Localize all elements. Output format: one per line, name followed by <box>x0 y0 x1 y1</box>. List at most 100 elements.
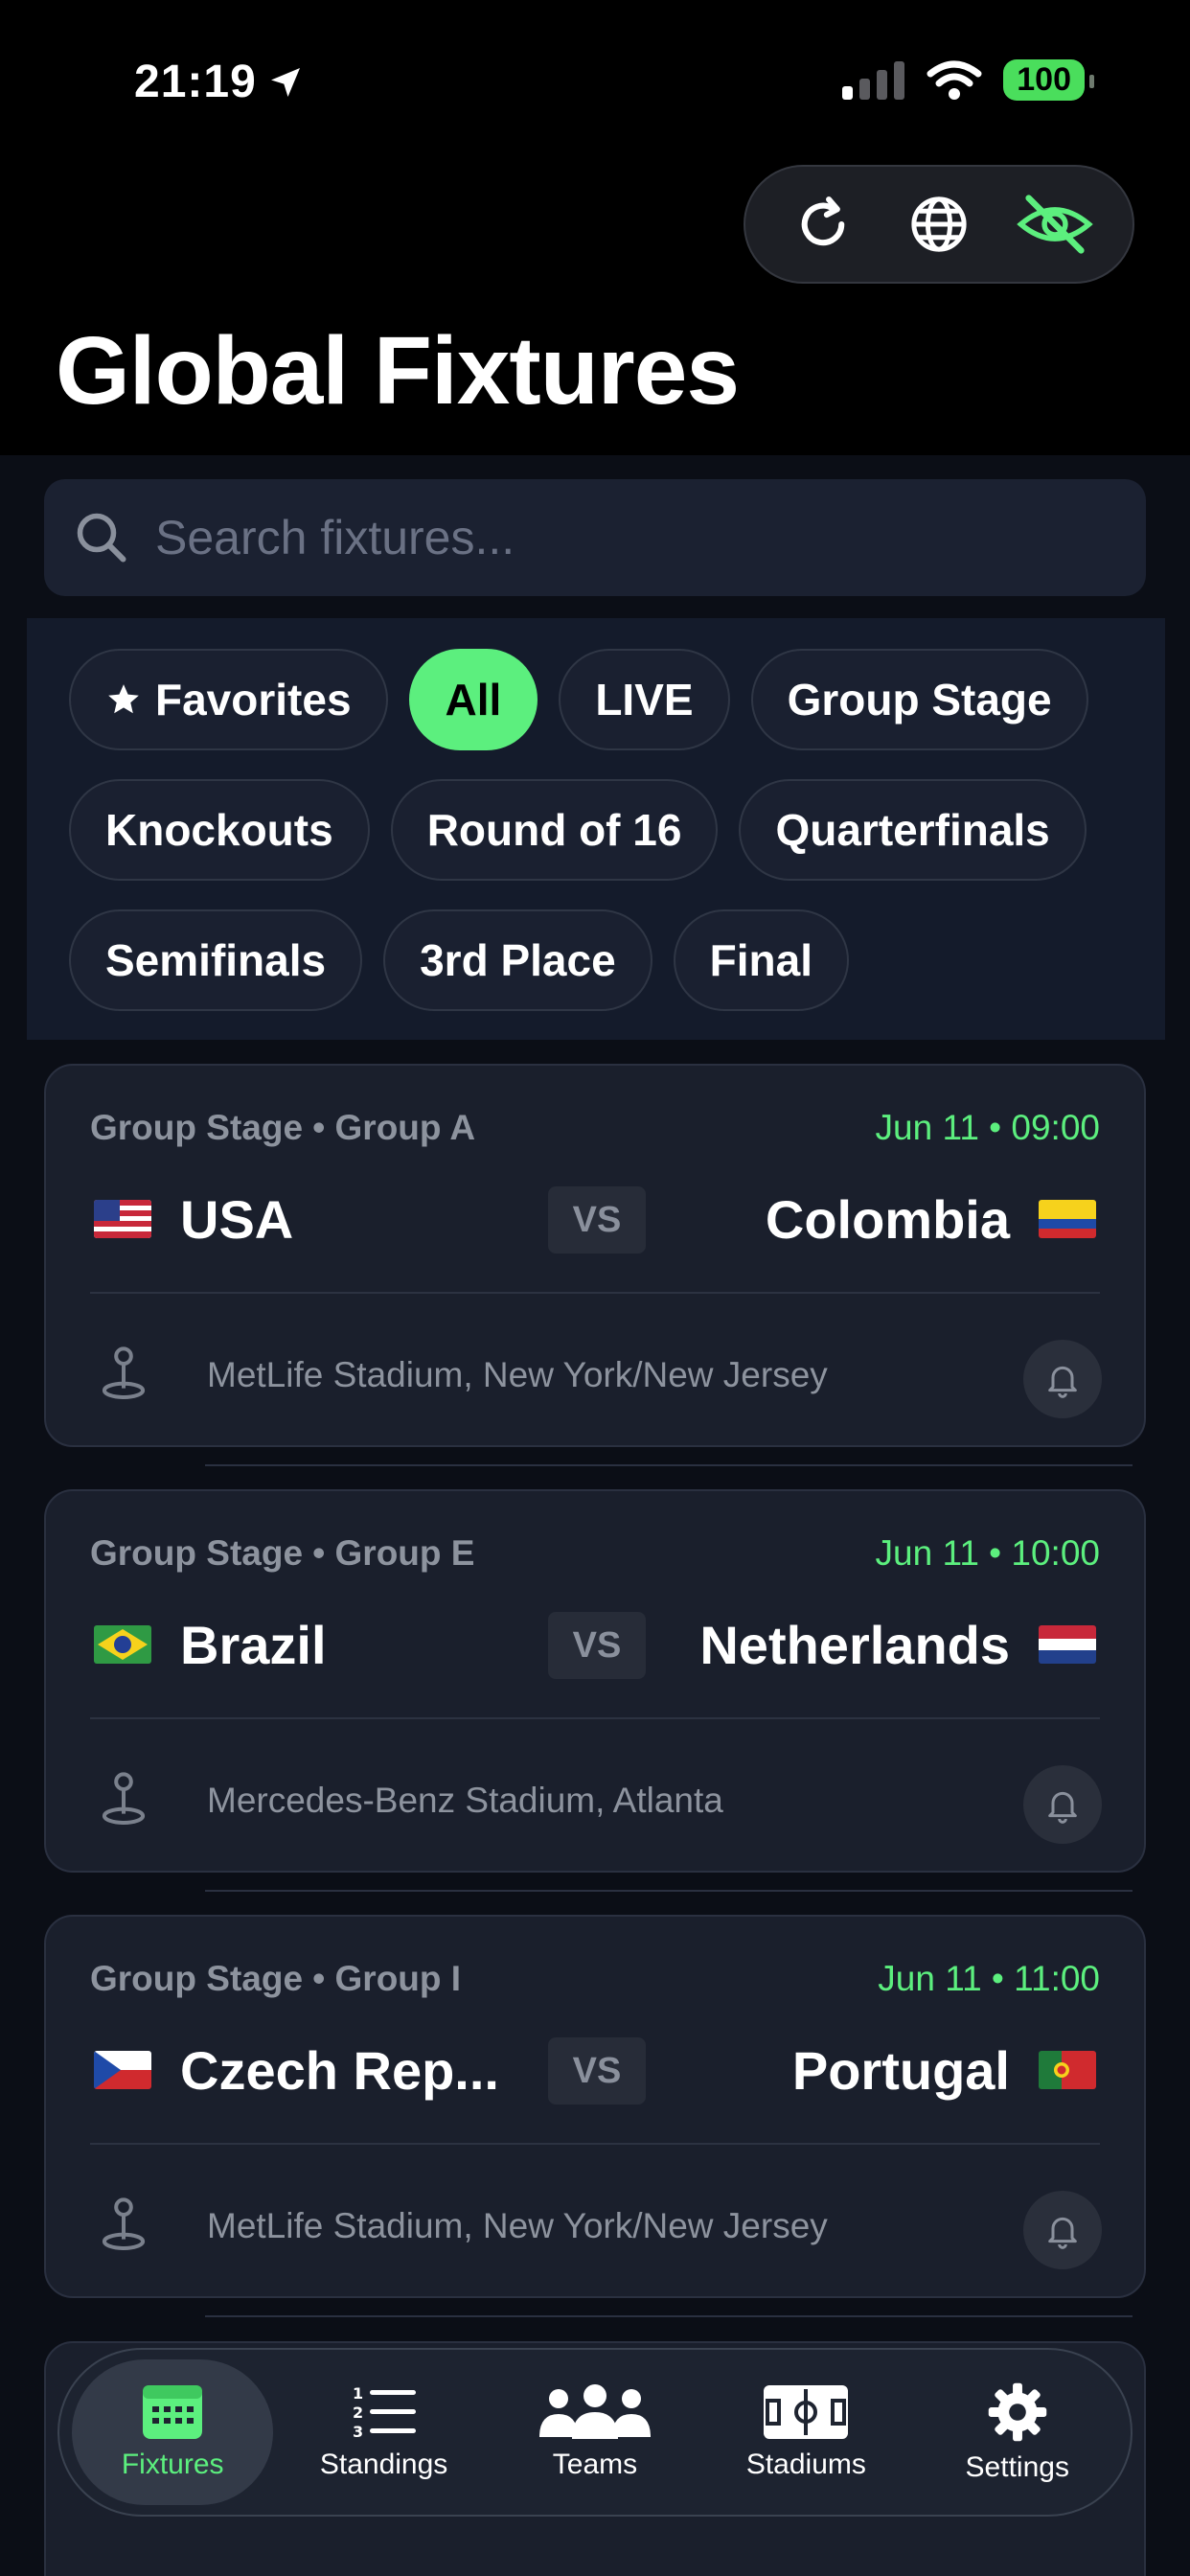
home-team: Brazil <box>94 1608 327 1681</box>
filter-chip-label: All <box>445 675 502 724</box>
filter-chip-label: Group Stage <box>787 675 1052 724</box>
fixture-card[interactable]: Group Stage • Group A Jun 11 • 09:00 USA… <box>44 1064 1146 1447</box>
notify-button[interactable] <box>1023 1340 1102 1418</box>
tab-settings[interactable]: Settings <box>917 2359 1118 2505</box>
tab-label: Settings <box>965 2451 1069 2483</box>
bell-icon <box>1048 2217 1077 2249</box>
refresh-button[interactable] <box>780 181 866 267</box>
filter-chip-label: Semifinals <box>105 935 327 985</box>
filter-panel: Favorites All LIVE Group Stage Knockouts… <box>27 618 1165 1040</box>
notify-button[interactable] <box>1023 2191 1102 2269</box>
filter-chip-knockouts[interactable]: Knockouts <box>69 779 370 881</box>
header: Global Fixtures <box>0 153 1190 455</box>
fixture-stage: Group Stage • Group I <box>90 1959 462 1998</box>
list-separator <box>205 1464 1133 1466</box>
hide-scores-button[interactable] <box>1012 181 1098 267</box>
map-pin-icon <box>102 1772 146 1825</box>
filter-chip-favorites[interactable]: Favorites <box>69 649 388 750</box>
filter-chip-label: Quarterfinals <box>775 805 1050 855</box>
filter-chip-group-stage[interactable]: Group Stage <box>750 649 1088 750</box>
filter-chip-label: LIVE <box>595 675 694 724</box>
search-icon <box>77 513 126 563</box>
refresh-icon <box>801 196 844 246</box>
numbered-list-icon: 1 2 3 <box>353 2384 416 2441</box>
filter-chip-round-of-16[interactable]: Round of 16 <box>390 779 719 881</box>
home-team-name: Czech Rep... <box>180 2039 499 2101</box>
status-time: 21:19 <box>134 56 305 108</box>
fixture-datetime: Jun 11 • 10:00 <box>875 1533 1100 1573</box>
bell-icon <box>1048 1366 1077 1398</box>
vs-badge: VS <box>548 2037 646 2104</box>
czech-flag-icon <box>94 2051 151 2089</box>
home-team-name: USA <box>180 1188 294 1250</box>
map-pin-icon <box>102 1346 146 1399</box>
usa-flag-icon <box>94 1200 151 1238</box>
vs-badge: VS <box>548 1186 646 1254</box>
search-input[interactable] <box>155 510 1113 565</box>
filter-chip-final[interactable]: Final <box>673 909 850 1011</box>
gear-icon <box>988 2382 1046 2442</box>
globe-icon <box>911 196 967 252</box>
eye-slash-icon <box>1017 195 1094 254</box>
away-team: Portugal <box>792 2034 1096 2106</box>
toolbar <box>744 165 1134 284</box>
tab-fixtures[interactable]: Fixtures <box>72 2359 274 2505</box>
filter-chip-all[interactable]: All <box>408 649 538 750</box>
filter-chip-label: Round of 16 <box>426 805 682 855</box>
tab-label: Stadiums <box>745 2449 866 2480</box>
notify-button[interactable] <box>1023 1765 1102 1844</box>
card-divider <box>90 2143 1100 2145</box>
filter-chip-live[interactable]: LIVE <box>559 649 730 750</box>
filter-row: Knockouts Round of 16 Quarterfinals <box>69 779 1165 881</box>
filter-chip-semifinals[interactable]: Semifinals <box>69 909 363 1011</box>
fixture-card[interactable]: Group Stage • Group E Jun 11 • 10:00 Bra… <box>44 1489 1146 1873</box>
fixture-venue: MetLife Stadium, New York/New Jersey <box>207 1355 828 1394</box>
portugal-flag-icon <box>1039 2051 1096 2089</box>
tab-label: Teams <box>552 2449 638 2480</box>
soccer-field-icon <box>764 2385 849 2439</box>
list-separator <box>205 2315 1133 2317</box>
home-team: Czech Rep... <box>94 2034 499 2106</box>
colombia-flag-icon <box>1039 1200 1096 1238</box>
wifi-icon <box>927 60 982 100</box>
search-bar[interactable] <box>44 479 1146 596</box>
tab-standings[interactable]: 1 2 3 Standings <box>284 2359 485 2505</box>
away-team: Colombia <box>766 1183 1096 1255</box>
away-team: Netherlands <box>699 1608 1096 1681</box>
card-divider <box>90 1292 1100 1294</box>
page-title: Global Fixtures <box>56 317 740 425</box>
clock: 21:19 <box>134 57 257 107</box>
filter-chip-label: Favorites <box>155 675 352 724</box>
filter-chip-quarterfinals[interactable]: Quarterfinals <box>739 779 1087 881</box>
filter-row: Semifinals 3rd Place Final <box>69 909 1165 1011</box>
tab-teams[interactable]: Teams <box>494 2359 696 2505</box>
fixture-datetime: Jun 11 • 11:00 <box>878 1959 1100 1998</box>
filter-chip-third-place[interactable]: 3rd Place <box>383 909 652 1011</box>
home-team-name: Brazil <box>180 1614 327 1675</box>
filter-row: Favorites All LIVE Group Stage <box>69 649 1165 750</box>
fixture-stage: Group Stage • Group A <box>90 1108 476 1147</box>
netherlands-flag-icon <box>1039 1625 1096 1664</box>
tab-label: Fixtures <box>121 2449 224 2480</box>
tab-stadiums[interactable]: Stadiums <box>705 2359 906 2505</box>
svg-text:1: 1 <box>353 2384 363 2403</box>
away-team-name: Netherlands <box>699 1614 1010 1675</box>
fixture-venue: Mercedes-Benz Stadium, Atlanta <box>207 1781 723 1820</box>
filter-chip-label: Final <box>709 935 813 985</box>
filter-chip-label: Knockouts <box>105 805 333 855</box>
fixture-card[interactable]: Group Stage • Group I Jun 11 • 11:00 Cze… <box>44 1915 1146 2298</box>
battery-indicator: 100 <box>1003 59 1094 101</box>
star-icon <box>108 684 139 714</box>
cellular-signal-icon <box>842 60 905 100</box>
location-arrow-icon <box>270 67 300 97</box>
tab-bar: Fixtures 1 2 3 Standings Teams Stadiums <box>57 2348 1133 2517</box>
fixture-venue: MetLife Stadium, New York/New Jersey <box>207 2206 828 2245</box>
list-separator <box>205 1890 1133 1892</box>
people-icon <box>538 2384 651 2439</box>
status-bar: 21:19 100 <box>0 0 1190 153</box>
language-button[interactable] <box>896 181 982 267</box>
filter-chip-label: 3rd Place <box>420 935 616 985</box>
brazil-flag-icon <box>94 1625 151 1664</box>
home-team: USA <box>94 1183 293 1255</box>
fixture-datetime: Jun 11 • 09:00 <box>875 1108 1100 1147</box>
